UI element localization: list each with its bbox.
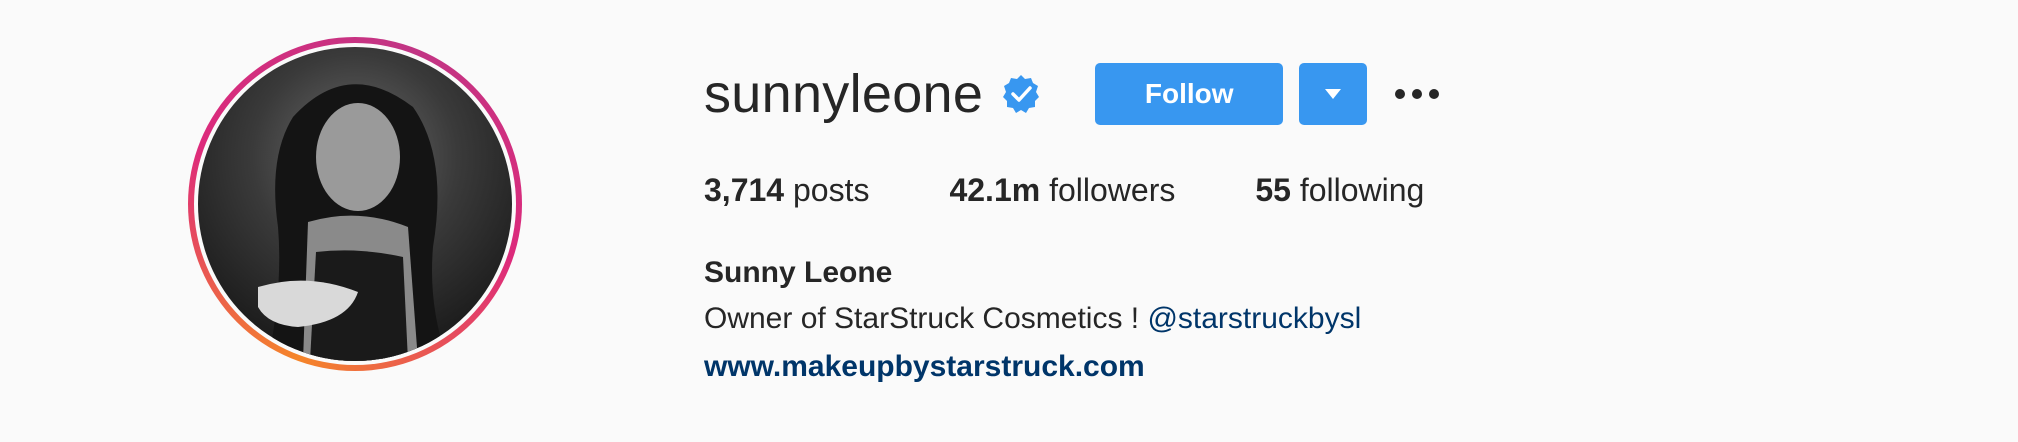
stat-label: posts: [784, 172, 870, 208]
caret-down-icon: [1325, 89, 1342, 99]
verified-badge-icon: [1003, 75, 1040, 113]
suggestions-dropdown-button[interactable]: [1299, 63, 1368, 125]
stat-followers[interactable]: 42.1m followers: [949, 172, 1175, 209]
bio-mention-link[interactable]: @starstruckbysl: [1147, 302, 1361, 335]
avatar[interactable]: [198, 47, 512, 361]
stat-value: 42.1m: [949, 172, 1041, 208]
website-link[interactable]: www.makeupbystarstruck.com: [704, 350, 1145, 384]
more-dot: [1412, 89, 1423, 99]
profile-header: sunnyleone Follow: [704, 58, 1440, 130]
profile-stats: 3,714 posts 42.1m followers 55 following: [704, 172, 1504, 209]
stat-value: 3,714: [704, 172, 785, 208]
bio: Owner of StarStruck Cosmetics ! @starstr…: [704, 302, 1361, 336]
stat-posts: 3,714 posts: [704, 172, 869, 209]
bio-text: Owner of StarStruck Cosmetics !: [704, 302, 1148, 335]
stat-label: followers: [1040, 172, 1176, 208]
username: sunnyleone: [704, 64, 984, 124]
stat-value: 55: [1255, 172, 1291, 208]
stat-label: following: [1290, 172, 1425, 208]
avatar-story-ring[interactable]: [188, 37, 522, 371]
more-dot: [1395, 89, 1406, 99]
more-dot: [1429, 89, 1440, 99]
full-name: Sunny Leone: [704, 256, 893, 289]
follow-button[interactable]: Follow: [1095, 63, 1284, 125]
more-options-icon[interactable]: [1395, 89, 1440, 99]
profile-photo: [258, 84, 448, 361]
stat-following[interactable]: 55 following: [1255, 172, 1424, 209]
